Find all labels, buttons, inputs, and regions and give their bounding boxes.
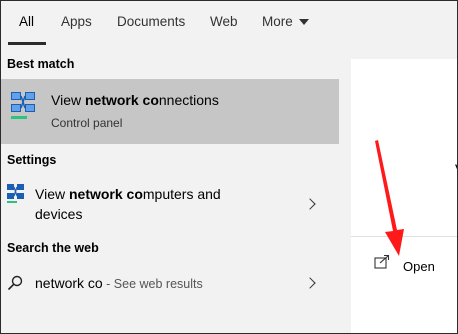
tab-web[interactable]: Web — [210, 13, 238, 35]
active-tab-indicator — [8, 42, 46, 45]
search-tabs: All Apps Documents Web More — [1, 1, 457, 47]
start-search-window: All Apps Documents Web More Best match V… — [0, 0, 458, 334]
section-best-match: Best match — [7, 57, 75, 71]
section-settings: Settings — [7, 153, 57, 167]
open-icon[interactable] — [374, 255, 390, 269]
best-match-result[interactable]: View network connections Control panel — [1, 79, 339, 144]
best-match-subtitle: Control panel — [51, 116, 123, 130]
chevron-right-icon[interactable] — [304, 277, 316, 289]
results-pane: Best match View network connections Cont… — [1, 47, 339, 333]
chevron-right-icon[interactable] — [304, 198, 316, 210]
tab-all[interactable]: All — [19, 13, 34, 35]
preview-card — [351, 59, 457, 333]
search-icon — [7, 275, 23, 291]
settings-result-title: View network computers and devices — [35, 186, 221, 222]
best-match-title: View network connections — [51, 92, 219, 108]
preview-pane: V Open — [339, 47, 457, 333]
web-search-result[interactable]: network co - See web results — [1, 269, 339, 297]
tab-documents[interactable]: Documents — [117, 13, 185, 35]
tab-more[interactable]: More — [262, 13, 309, 35]
tab-more-label: More — [262, 14, 293, 29]
network-computers-icon — [7, 184, 24, 203]
web-search-text: network co - See web results — [35, 275, 203, 291]
section-search-web: Search the web — [7, 241, 99, 255]
chevron-down-icon — [298, 19, 309, 26]
tab-apps[interactable]: Apps — [61, 13, 92, 35]
divider — [351, 236, 457, 237]
settings-result[interactable]: View network computers and devices — [1, 177, 339, 227]
open-button[interactable]: Open — [403, 259, 435, 274]
network-connections-icon — [11, 92, 35, 119]
